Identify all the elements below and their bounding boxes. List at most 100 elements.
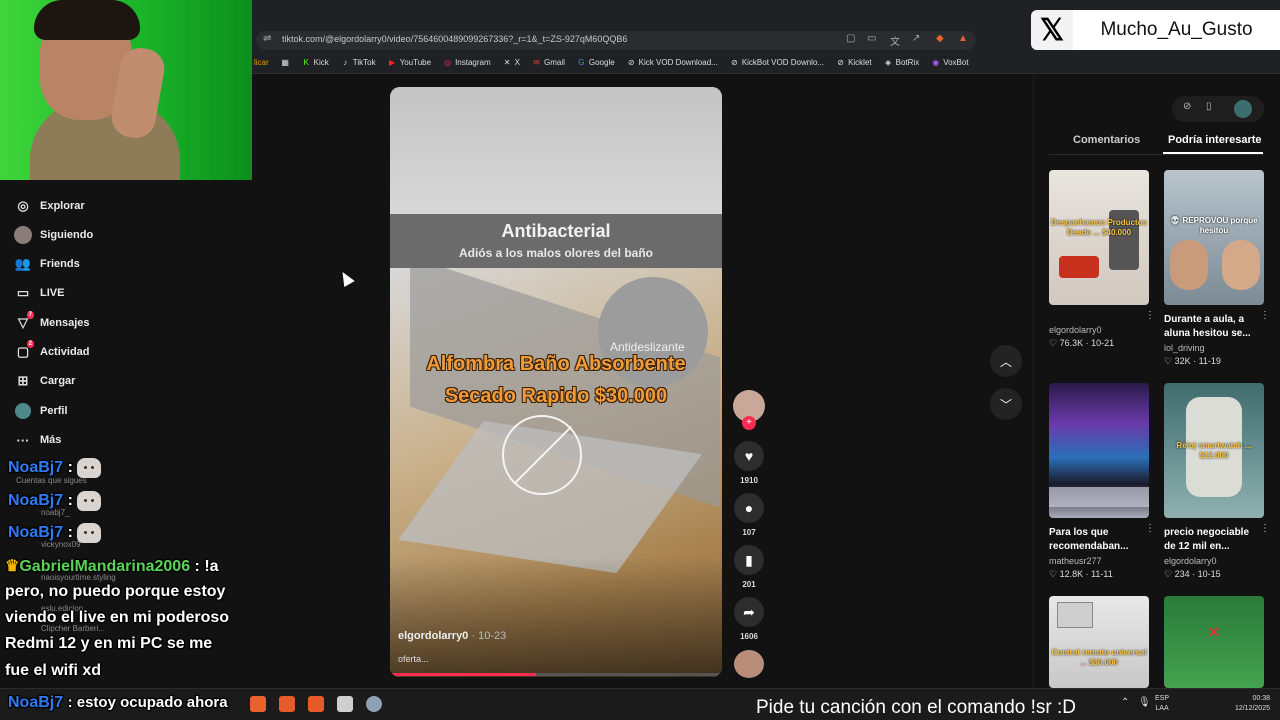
nav-mensajes[interactable]: ▽ 7 Mensajes xyxy=(14,311,90,334)
file-icon[interactable] xyxy=(337,696,353,712)
comment-button[interactable]: ● 107 xyxy=(733,493,765,537)
gmail-icon: ✉ xyxy=(533,58,540,67)
music-disc[interactable] xyxy=(734,650,764,678)
recommended-card[interactable]: Control remoto universal ... $30.000 xyxy=(1049,596,1149,688)
settings-icon[interactable]: ⊘ xyxy=(1183,101,1191,112)
video-author[interactable]: elgordolarry0 · 10-23 xyxy=(398,630,506,642)
bookmark-voxbot[interactable]: ◉ VoxBot xyxy=(931,58,968,67)
botrix-icon: ◈ xyxy=(885,58,892,67)
like-button[interactable]: ♥ 1910 xyxy=(733,441,765,485)
nav-perfil[interactable]: Perfil xyxy=(14,400,68,422)
mic-icon[interactable]: 🎙 xyxy=(1138,697,1151,708)
video-badge-text: Antideslizante xyxy=(610,340,685,354)
reader-icon[interactable]: ▢ xyxy=(846,33,855,44)
bookmark-kickbot-vod[interactable]: ⊘ KickBot VOD Downlo... xyxy=(730,58,824,67)
more-options-icon[interactable]: ⋮ xyxy=(1145,523,1155,534)
next-video-button[interactable]: ﹀ xyxy=(990,388,1022,420)
brave-taskbar-icon[interactable] xyxy=(250,696,266,712)
video-progress-bar[interactable] xyxy=(390,673,722,676)
card-overlay-text: Reloj smartwatch ... $12.000 xyxy=(1176,441,1252,460)
save-button[interactable]: ▮ 201 xyxy=(733,545,765,589)
bookmark-apply[interactable]: licar xyxy=(254,58,269,67)
translate-icon[interactable]: 文 xyxy=(890,33,900,48)
card-author[interactable]: matheusr277 xyxy=(1049,556,1149,566)
person-right xyxy=(1222,240,1260,290)
share-icon[interactable]: ↗ xyxy=(912,33,920,44)
prev-video-button[interactable]: ︿ xyxy=(990,345,1022,377)
bookmark-kick-vod[interactable]: ⊘ Kick VOD Download... xyxy=(627,58,718,67)
recommended-card[interactable]: ✕ xyxy=(1164,596,1264,688)
chat-message-line: viendo el live en mi poderoso xyxy=(5,609,230,626)
more-options-icon[interactable]: ⋮ xyxy=(1260,310,1270,321)
bookmark-botrix[interactable]: ◈ BotRix xyxy=(884,58,919,67)
recommended-card[interactable]: Reloj smartwatch ... $12.000 precio nego… xyxy=(1164,383,1270,580)
cast-icon[interactable]: ▭ xyxy=(867,33,876,44)
more-options-icon[interactable]: ⋮ xyxy=(1145,310,1155,321)
recommended-card[interactable]: Despachamos Productos Desde ... $40.000 … xyxy=(1049,170,1155,349)
bookmark-x[interactable]: ✕ X xyxy=(503,58,520,67)
recommended-card[interactable]: 💀 REPROVOU porque hesitou Durante a aula… xyxy=(1164,170,1270,367)
messages-badge: 7 xyxy=(26,311,34,319)
apps-grid[interactable]: ▦ xyxy=(281,58,290,67)
brave-rewards-icon[interactable]: ▲ xyxy=(958,33,968,44)
language-indicator[interactable]: ESP LAA xyxy=(1155,694,1169,714)
crown-icon: ♛ xyxy=(5,558,20,575)
chat-message: NoaBj7 : estoy ocupado ahora xyxy=(8,694,228,711)
person-left xyxy=(1170,240,1208,290)
follow-plus-icon[interactable]: + xyxy=(742,416,756,430)
card-title[interactable]: Durante a aula, a aluna hesitou se... xyxy=(1164,313,1256,341)
chat-message-line: pero, no puedo porque estoy xyxy=(5,583,226,600)
bookmark-tiktok[interactable]: ♪ TikTok xyxy=(341,58,375,67)
card-title[interactable]: precio negociable de 12 mil en... xyxy=(1164,526,1256,554)
device-icon[interactable]: ▯ xyxy=(1206,101,1212,112)
recommended-card[interactable]: Para los que recomendaban... matheusr277… xyxy=(1049,383,1155,580)
bookmark-youtube[interactable]: ▶ YouTube xyxy=(388,58,431,67)
nav-cargar[interactable]: ⊞ Cargar xyxy=(14,370,76,392)
nav-siguiendo[interactable]: Siguiendo xyxy=(14,224,93,246)
video-description[interactable]: oferta... xyxy=(398,654,429,664)
url-text[interactable]: tiktok.com/@elgordolarry0/video/75646004… xyxy=(282,34,627,44)
messages-icon: ▽ 7 xyxy=(18,311,34,330)
chevron-up-icon[interactable]: ⌃ xyxy=(1121,697,1129,708)
following-avatar xyxy=(14,226,32,244)
bookmark-gmail[interactable]: ✉ Gmail xyxy=(532,58,565,67)
x-icon: ✕ xyxy=(503,58,511,67)
chat-message: NoaBj7 : xyxy=(8,458,101,478)
tab-podria-interesarte[interactable]: Podría interesarte xyxy=(1168,134,1262,146)
card-author[interactable]: elgordolarry0 xyxy=(1049,325,1149,335)
bookmark-kick[interactable]: K Kick xyxy=(302,58,329,67)
upload-icon: ⊞ xyxy=(17,373,29,388)
song-request-marquee: Pide tu canción con el comando !sr :D xyxy=(756,697,1077,718)
share-button[interactable]: ➦ 1606 xyxy=(733,597,765,641)
google-icon: G xyxy=(578,58,585,67)
bookmark-instagram[interactable]: ◎ Instagram xyxy=(443,58,491,67)
red-x-icon: ✕ xyxy=(1208,624,1220,640)
brave-shield-icon[interactable]: ◆ xyxy=(936,33,944,44)
card-title[interactable]: Para los que recomendaban... xyxy=(1049,526,1141,554)
card-thumbnail: ✕ xyxy=(1164,596,1264,688)
clock[interactable]: 00:38 12/12/2025 xyxy=(1220,694,1270,714)
nav-live[interactable]: ▭ LIVE xyxy=(14,282,65,304)
tab-comentarios[interactable]: Comentarios xyxy=(1073,134,1140,146)
card-author[interactable]: lol_driving xyxy=(1164,343,1264,353)
site-info-icon[interactable]: ⇌ xyxy=(263,33,271,44)
bookmark-google[interactable]: G Google xyxy=(577,58,614,67)
kicklet-icon: ⊘ xyxy=(837,58,844,67)
video-player[interactable]: Antibacterial Adiós a los malos olores d… xyxy=(390,87,722,677)
bookmark-icon: ▮ xyxy=(734,545,764,575)
more-options-icon[interactable]: ⋮ xyxy=(1260,523,1270,534)
user-avatar[interactable] xyxy=(1234,100,1252,118)
brave-taskbar-icon[interactable] xyxy=(308,696,324,712)
nav-mas[interactable]: ··· Más xyxy=(14,429,62,451)
gear-icon[interactable] xyxy=(366,696,382,712)
nav-explorar[interactable]: ◎ Explorar xyxy=(14,195,84,217)
nav-actividad[interactable]: ▢ 2 Actividad xyxy=(14,340,90,363)
brave-taskbar-icon[interactable] xyxy=(279,696,295,712)
video-progress-fill xyxy=(390,673,537,676)
card-author[interactable]: elgordolarry0 xyxy=(1164,556,1264,566)
cat-emote-icon xyxy=(76,458,101,478)
bookmark-kicklet[interactable]: ⊘ Kicklet xyxy=(836,58,871,67)
comment-count: 107 xyxy=(742,528,756,537)
nav-friends[interactable]: 👥 Friends xyxy=(14,253,80,275)
activity-badge: 2 xyxy=(26,340,34,348)
